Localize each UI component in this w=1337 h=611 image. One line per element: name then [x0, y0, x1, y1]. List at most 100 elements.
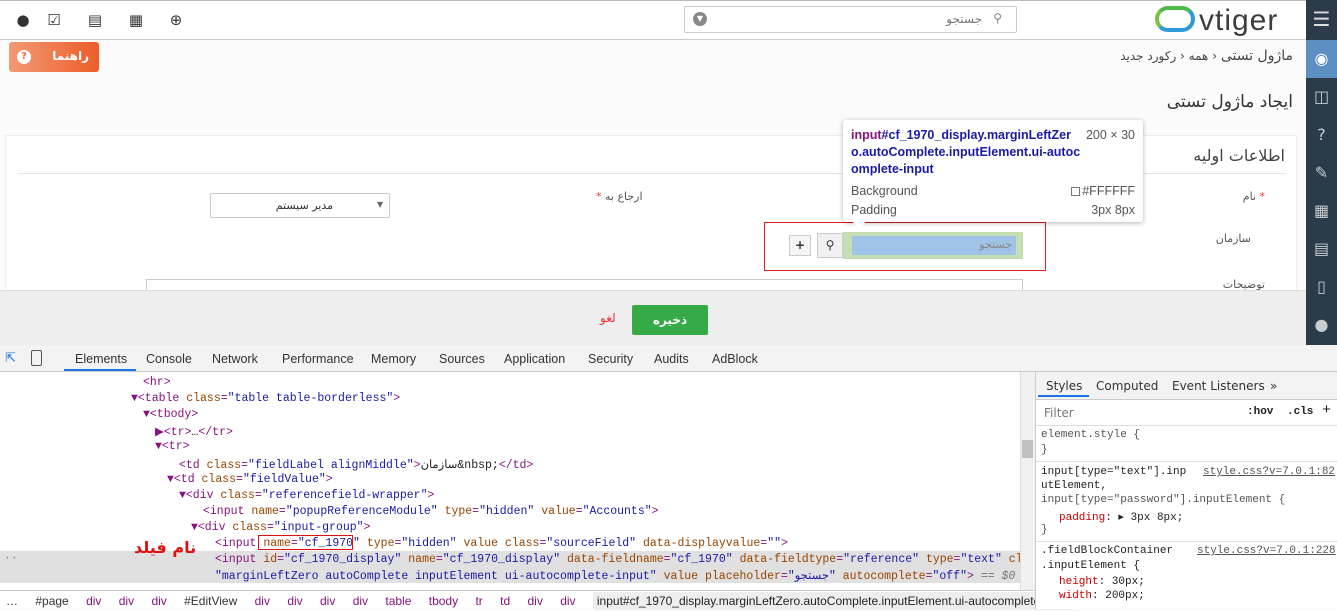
global-search-input[interactable]: ▼ جستجو ⚲ — [684, 6, 1017, 33]
dom-node[interactable]: ▼<tbody> — [143, 408, 198, 421]
rule-selector: .inputElement { — [1041, 560, 1141, 572]
tab-audits[interactable]: Audits — [654, 352, 689, 366]
crumb[interactable]: div — [528, 594, 543, 608]
crumb[interactable]: tbody — [429, 594, 458, 608]
assigned-to-label: ارجاع به * — [596, 190, 643, 203]
crumb[interactable]: #EditView — [184, 594, 237, 608]
faq-icon[interactable]: ? — [1306, 116, 1337, 154]
crumb[interactable]: table — [385, 594, 411, 608]
tasks-icon[interactable]: ☑ — [45, 11, 63, 29]
rule-selector: utElement, — [1041, 480, 1108, 492]
tab-elements[interactable]: Elements — [75, 352, 127, 366]
dom-node[interactable]: ▶<tr>…</tr> — [155, 424, 233, 439]
contacts-icon[interactable]: ● — [1306, 306, 1337, 344]
assigned-to-value: مدیر سیستم — [275, 199, 333, 212]
crumb[interactable]: div — [86, 594, 101, 608]
more-tabs-button[interactable]: » — [1270, 379, 1277, 393]
edit-icon[interactable]: ✎ — [1306, 154, 1337, 192]
breadcrumb-module[interactable]: ماژول تستی — [1221, 48, 1293, 64]
style-declaration[interactable]: width: 200px; — [1059, 590, 1145, 602]
crumb[interactable]: tr — [475, 594, 482, 608]
save-button[interactable]: ذخیره — [632, 305, 708, 335]
tab-performance[interactable]: Performance — [282, 352, 354, 366]
tab-adblock[interactable]: AdBlock — [712, 352, 758, 366]
rule-close: } — [1041, 444, 1048, 456]
products-icon[interactable]: ▯ — [1306, 268, 1337, 306]
crumb[interactable]: div — [255, 594, 270, 608]
tab-console[interactable]: Console — [146, 352, 192, 366]
crumb[interactable]: div — [287, 594, 302, 608]
inspect-element-icon[interactable]: ⇱ — [5, 351, 16, 366]
styles-filter-input[interactable]: Filter — [1040, 403, 1236, 422]
field-name-annotation: نام فیلد — [134, 538, 197, 557]
crumb[interactable]: div — [119, 594, 134, 608]
cls-toggle[interactable]: .cls — [1287, 406, 1313, 418]
tab-sources[interactable]: Sources — [439, 352, 485, 366]
crumb-selected[interactable]: input#cf_1970_display.marginLeftZero.aut… — [592, 592, 1075, 610]
new-rule-button[interactable]: + — [1322, 402, 1331, 419]
dom-node[interactable]: <td class="fieldLabel alignMiddle">سازما… — [179, 457, 533, 472]
vtiger-logo[interactable]: vtiger — [1155, 4, 1278, 38]
dom-node[interactable]: <input name="popupReferenceModule" type=… — [203, 505, 659, 518]
add-organization-button[interactable]: + — [789, 235, 811, 256]
top-bar — [0, 0, 1306, 40]
tab-network[interactable]: Network — [212, 352, 258, 366]
cancel-link[interactable]: لغو — [600, 311, 616, 325]
element-style-rule[interactable]: element.style { — [1041, 429, 1140, 441]
breadcrumb-all[interactable]: همه — [1189, 49, 1209, 63]
annotation-box — [258, 535, 353, 550]
organization-input[interactable]: جستجو — [843, 232, 1023, 259]
active-tab-indicator — [64, 369, 136, 371]
assigned-to-select[interactable]: مدیر سیستم ▼ — [210, 193, 390, 218]
page-title: ایجاد ماژول تستی — [1166, 92, 1293, 112]
crumb[interactable]: div — [560, 594, 575, 608]
style-declaration[interactable]: height: 30px; — [1059, 576, 1145, 588]
crumb[interactable]: #page — [35, 594, 68, 608]
breadcrumb: ماژول تستی ‹ همه ‹ رکورد جدید — [1120, 48, 1293, 64]
dom-node-selected[interactable]: <input id="cf_1970_display" name="cf_197… — [215, 553, 1050, 566]
tab-security[interactable]: Security — [588, 352, 633, 366]
add-icon[interactable]: ⊕ — [167, 11, 185, 29]
tab-styles[interactable]: Styles — [1046, 379, 1082, 393]
help-label: راهنما — [52, 49, 89, 63]
user-icon[interactable]: ● — [14, 11, 32, 29]
rule-selector: input[type="text"].inp — [1041, 466, 1187, 478]
dom-node[interactable]: ▼<table class="table table-borderless"> — [131, 392, 400, 405]
crumb[interactable]: div — [353, 594, 368, 608]
search-organization-button[interactable]: ⚲ — [817, 233, 843, 258]
style-declaration[interactable]: padding: ▸ 3px 8px; — [1059, 510, 1183, 524]
tickets-icon[interactable]: ◫ — [1306, 78, 1337, 116]
dom-node[interactable]: ▼<tr> — [155, 440, 190, 453]
tab-application[interactable]: Application — [504, 352, 565, 366]
crumb[interactable]: div — [320, 594, 335, 608]
dom-node[interactable]: <hr> — [143, 376, 171, 389]
calendar-icon[interactable]: ▦ — [127, 11, 145, 29]
rule-source-link[interactable]: style.css?v=7.0.1:228 — [1197, 545, 1336, 557]
dom-node[interactable]: ▼<div class="referencefield-wrapper"> — [179, 489, 434, 502]
crumb[interactable]: div — [151, 594, 166, 608]
elements-scrollbar[interactable] — [1020, 372, 1035, 590]
rule-selector: input[type="password"].inputElement { — [1041, 494, 1286, 506]
scrollbar-thumb[interactable] — [1022, 440, 1033, 458]
tab-memory[interactable]: Memory — [371, 352, 416, 366]
tab-event-listeners[interactable]: Event Listeners — [1172, 379, 1265, 393]
dom-node[interactable]: ▼<td class="fieldValue"> — [167, 473, 333, 486]
inspect-tooltip: input#cf_1970_display.marginLeftZero.aut… — [843, 120, 1143, 222]
rule-source-link[interactable]: style.css?v=7.0.1:82 — [1203, 466, 1335, 478]
tooltip-arrow — [852, 221, 866, 229]
crumb[interactable]: td — [500, 594, 510, 608]
device-toolbar-icon[interactable] — [31, 350, 42, 366]
reports-icon[interactable]: ▤ — [86, 11, 104, 29]
menu-icon[interactable]: ☰ — [1306, 0, 1337, 38]
documents-icon[interactable]: ▤ — [1306, 230, 1337, 268]
ellipsis: ·· — [4, 552, 18, 565]
help-button[interactable]: ? راهنما — [9, 42, 99, 72]
dom-node[interactable]: ▼<div class="input-group"> — [191, 521, 370, 534]
chevron-down-icon[interactable]: ▼ — [693, 12, 707, 26]
support-icon[interactable]: ◉ — [1306, 40, 1337, 78]
dom-breadcrumb: … #page div div div #EditView div div di… — [0, 590, 1075, 610]
hov-toggle[interactable]: :hov — [1247, 406, 1273, 418]
question-icon: ? — [17, 50, 31, 64]
tab-computed[interactable]: Computed — [1096, 379, 1158, 393]
organizations-icon[interactable]: ▦ — [1306, 192, 1337, 230]
